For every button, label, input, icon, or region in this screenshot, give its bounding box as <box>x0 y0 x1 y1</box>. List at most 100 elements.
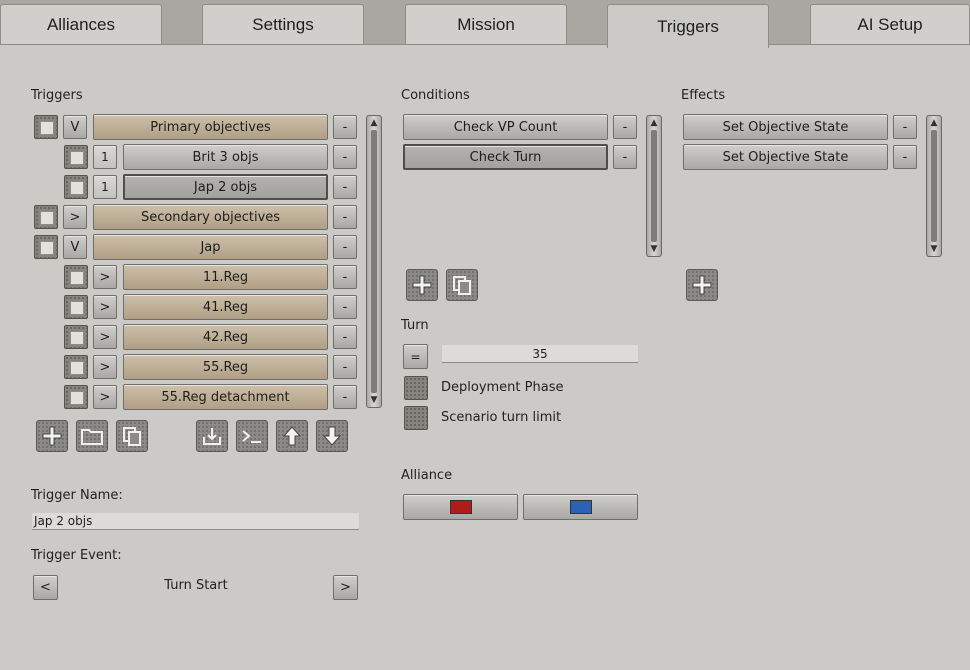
scenario-turn-limit-checkbox[interactable] <box>404 406 428 430</box>
trigger-checkbox[interactable] <box>34 235 58 259</box>
tab-triggers[interactable]: Triggers <box>607 4 769 48</box>
trigger-remove-button[interactable]: - <box>333 205 357 229</box>
download-icon <box>203 428 221 445</box>
trigger-remove-button[interactable]: - <box>333 265 357 289</box>
add-condition-button[interactable] <box>406 269 438 301</box>
trigger-name-label: Trigger Name: <box>31 488 123 503</box>
scroll-up-icon[interactable]: ▲ <box>647 117 661 129</box>
script-button[interactable] <box>236 420 268 452</box>
copy-trigger-button[interactable] <box>116 420 148 452</box>
trigger-name-input[interactable]: Jap 2 objs <box>32 513 359 530</box>
add-effect-button[interactable] <box>686 269 718 301</box>
turn-heading: Turn <box>401 318 429 333</box>
effect-item-set-objective-state[interactable]: Set Objective State <box>683 114 888 140</box>
trigger-order-number[interactable]: 1 <box>93 145 117 169</box>
trigger-checkbox[interactable] <box>34 205 58 229</box>
trigger-remove-button[interactable]: - <box>333 385 357 409</box>
trigger-toggle-button[interactable]: > <box>93 355 117 379</box>
scroll-track[interactable] <box>371 130 377 393</box>
scroll-track[interactable] <box>931 130 937 242</box>
effects-scrollbar[interactable]: ▲ ▼ <box>926 115 942 257</box>
trigger-item-55-reg[interactable]: 55.Reg <box>123 354 328 380</box>
arrow-up-icon <box>282 426 302 446</box>
tab-settings[interactable]: Settings <box>202 4 364 44</box>
alliance-red-button[interactable] <box>403 494 518 520</box>
arrow-down-icon <box>322 426 342 446</box>
condition-item-check-turn[interactable]: Check Turn <box>403 144 608 170</box>
turn-value-input[interactable]: 35 <box>442 345 638 363</box>
trigger-toggle-button[interactable]: > <box>93 265 117 289</box>
effects-heading: Effects <box>681 88 726 103</box>
trigger-checkbox[interactable] <box>64 325 88 349</box>
add-trigger-button[interactable] <box>36 420 68 452</box>
trigger-item-secondary-objectives[interactable]: Secondary objectives <box>93 204 328 230</box>
event-next-button[interactable]: > <box>333 575 358 600</box>
trigger-remove-button[interactable]: - <box>333 145 357 169</box>
folder-icon <box>81 429 103 445</box>
trigger-checkbox[interactable] <box>64 175 88 199</box>
trigger-remove-button[interactable]: - <box>333 355 357 379</box>
move-up-button[interactable] <box>276 420 308 452</box>
trigger-toggle-button[interactable]: V <box>63 115 87 139</box>
trigger-item-jap[interactable]: Jap <box>93 234 328 260</box>
trigger-remove-button[interactable]: - <box>333 235 357 259</box>
scroll-down-icon[interactable]: ▼ <box>927 243 941 255</box>
trigger-item-primary-objectives[interactable]: Primary objectives <box>93 114 328 140</box>
effect-remove-button[interactable]: - <box>893 115 917 139</box>
trigger-item-55-reg-detachment[interactable]: 55.Reg detachment <box>123 384 328 410</box>
tab-alliances[interactable]: Alliances <box>0 4 162 44</box>
condition-item-check-vp-count[interactable]: Check VP Count <box>403 114 608 140</box>
trigger-item-41-reg[interactable]: 41.Reg <box>123 294 328 320</box>
alliance-color-swatch <box>569 500 592 514</box>
trigger-order-number[interactable]: 1 <box>93 175 117 199</box>
trigger-checkbox[interactable] <box>64 145 88 169</box>
trigger-checkbox[interactable] <box>64 295 88 319</box>
trigger-toggle-button[interactable]: > <box>63 205 87 229</box>
copy-icon <box>123 427 141 446</box>
move-down-button[interactable] <box>316 420 348 452</box>
trigger-remove-button[interactable]: - <box>333 325 357 349</box>
add-folder-button[interactable] <box>76 420 108 452</box>
trigger-item-jap-2-objs[interactable]: Jap 2 objs <box>123 174 328 200</box>
turn-operator-button[interactable]: = <box>403 344 428 369</box>
trigger-item-brit-3-objs[interactable]: Brit 3 objs <box>123 144 328 170</box>
trigger-item-11-reg[interactable]: 11.Reg <box>123 264 328 290</box>
alliance-blue-button[interactable] <box>523 494 638 520</box>
trigger-checkbox[interactable] <box>34 115 58 139</box>
tab-ai-setup[interactable]: AI Setup <box>810 4 970 44</box>
trigger-remove-button[interactable]: - <box>333 175 357 199</box>
tab-mission[interactable]: Mission <box>405 4 567 44</box>
trigger-item-42-reg[interactable]: 42.Reg <box>123 324 328 350</box>
event-prev-button[interactable]: < <box>33 575 58 600</box>
effect-remove-button[interactable]: - <box>893 145 917 169</box>
condition-remove-button[interactable]: - <box>613 145 637 169</box>
plus-icon <box>42 426 62 446</box>
trigger-event-value: Turn Start <box>164 578 228 593</box>
deployment-phase-label: Deployment Phase <box>441 380 564 395</box>
trigger-remove-button[interactable]: - <box>333 115 357 139</box>
trigger-toggle-button[interactable]: > <box>93 325 117 349</box>
trigger-remove-button[interactable]: - <box>333 295 357 319</box>
copy-icon <box>453 276 471 295</box>
condition-remove-button[interactable]: - <box>613 115 637 139</box>
triggers-heading: Triggers <box>31 88 83 103</box>
scroll-down-icon[interactable]: ▼ <box>647 243 661 255</box>
effect-item-set-objective-state[interactable]: Set Objective State <box>683 144 888 170</box>
conditions-scrollbar[interactable]: ▲ ▼ <box>646 115 662 257</box>
scroll-track[interactable] <box>651 130 657 242</box>
import-trigger-button[interactable] <box>196 420 228 452</box>
scroll-up-icon[interactable]: ▲ <box>927 117 941 129</box>
copy-condition-button[interactable] <box>446 269 478 301</box>
trigger-checkbox[interactable] <box>64 385 88 409</box>
deployment-phase-checkbox[interactable] <box>404 376 428 400</box>
terminal-icon <box>242 430 261 443</box>
triggers-scrollbar[interactable]: ▲ ▼ <box>366 115 382 408</box>
tab-label: AI Setup <box>857 14 923 34</box>
scroll-up-icon[interactable]: ▲ <box>367 117 381 129</box>
trigger-toggle-button[interactable]: > <box>93 295 117 319</box>
scroll-down-icon[interactable]: ▼ <box>367 394 381 406</box>
trigger-checkbox[interactable] <box>64 355 88 379</box>
trigger-toggle-button[interactable]: > <box>93 385 117 409</box>
trigger-toggle-button[interactable]: V <box>63 235 87 259</box>
trigger-checkbox[interactable] <box>64 265 88 289</box>
